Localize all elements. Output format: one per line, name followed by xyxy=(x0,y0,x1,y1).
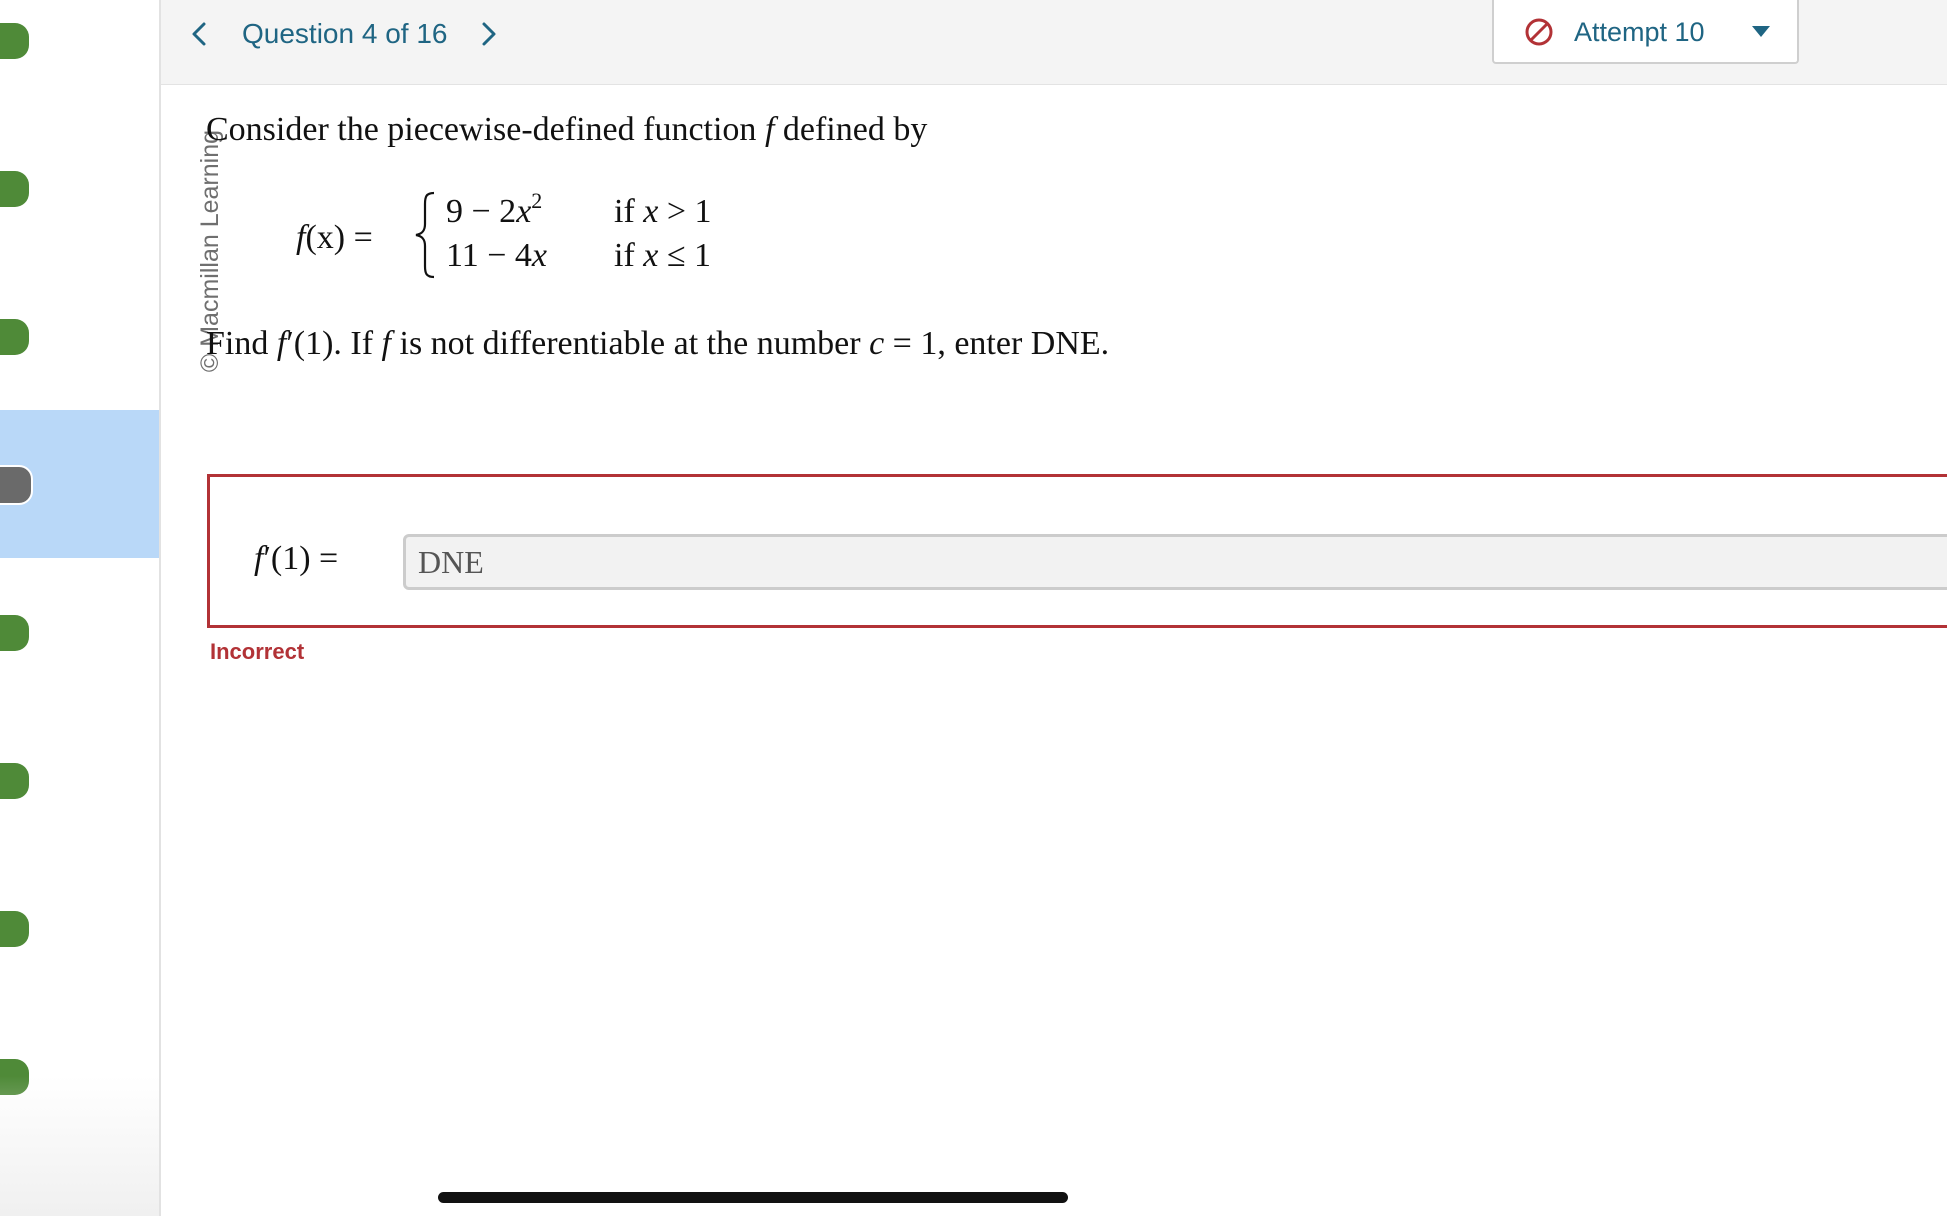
chevron-left-icon xyxy=(192,22,206,46)
rail-item-4-current[interactable] xyxy=(0,410,159,558)
current-status-dot xyxy=(0,465,33,505)
case-1-cond-var: x xyxy=(643,193,659,230)
rail-item-6[interactable] xyxy=(0,706,159,854)
case-2-cond-end: ≤ 1 xyxy=(658,237,712,274)
question-title: Question 4 of 16 xyxy=(242,18,448,49)
attempt-dropdown[interactable]: Attempt 10 xyxy=(1492,0,1799,64)
rail-item-2[interactable] xyxy=(0,114,159,262)
rail-item-7[interactable] xyxy=(0,854,159,1002)
case-1-cond-end: > 1 xyxy=(658,193,712,230)
intro-variable: f xyxy=(764,111,775,148)
lhs-argument: (x) = xyxy=(305,219,373,256)
rail-fade xyxy=(0,1076,159,1216)
case-1-condition: if x > 1 xyxy=(614,190,712,234)
home-indicator[interactable] xyxy=(438,1192,1068,1203)
intro-text-end: defined by xyxy=(774,111,928,148)
case-2-condition: if x ≤ 1 xyxy=(614,234,711,278)
previous-question-button[interactable] xyxy=(181,16,217,52)
instruction-text-4: = 1, enter DNE. xyxy=(884,325,1110,362)
case-2-expr-var: x xyxy=(531,237,548,274)
rail-item-3[interactable] xyxy=(0,262,159,410)
next-question-button[interactable] xyxy=(471,16,507,52)
answer-label: f′(1) = xyxy=(254,537,338,581)
piecewise-function: f(x) = 9 − 2x2 if x > 1 11 − 4x if x ≤ 1 xyxy=(296,190,756,290)
no-entry-icon xyxy=(1525,18,1553,46)
answered-status-dot xyxy=(0,171,29,207)
question-intro: Consider the piecewise-defined function … xyxy=(206,108,927,152)
case-1-cond-text: if xyxy=(614,193,644,230)
answered-status-dot xyxy=(0,23,29,59)
instruction-function-2: f xyxy=(381,325,391,362)
intro-text: Consider the piecewise-defined function xyxy=(206,111,765,148)
case-2-expr-text: 11 − 4 xyxy=(446,237,532,274)
case-1-expression: 9 − 2x2 xyxy=(446,190,542,234)
function-lhs: f(x) = xyxy=(296,216,373,260)
answered-status-dot xyxy=(0,319,29,355)
rail-item-1[interactable] xyxy=(0,0,159,114)
rail-item-5[interactable] xyxy=(0,558,159,706)
case-2-cond-text: if xyxy=(614,237,644,274)
case-2-cond-var: x xyxy=(643,237,659,274)
left-brace-icon xyxy=(415,191,435,279)
question-rail xyxy=(0,0,161,1216)
answer-panel: f′(1) = DNE xyxy=(207,474,1947,628)
attempt-label: Attempt 10 xyxy=(1574,17,1705,47)
answer-status: Incorrect xyxy=(210,639,305,664)
instruction-text-1: Find xyxy=(206,325,277,362)
caret-down-icon xyxy=(1752,26,1770,37)
answered-status-dot xyxy=(0,911,29,947)
case-1-expr-text: 9 − 2 xyxy=(446,193,517,230)
answer-input[interactable]: DNE xyxy=(403,534,1947,590)
question-header: Question 4 of 16 Attempt 10 xyxy=(161,0,1947,85)
case-1-expr-var: x xyxy=(516,193,532,230)
answered-status-dot xyxy=(0,763,29,799)
question-instruction: Find f′(1). If f is not differentiable a… xyxy=(206,322,1109,366)
app-window: Question 4 of 16 Attempt 10 © Macmillan … xyxy=(0,0,1947,1216)
chevron-right-icon xyxy=(482,22,496,46)
answered-status-dot xyxy=(0,615,29,651)
instruction-variable-c: c xyxy=(869,325,885,362)
answer-label-rest: ′(1) = xyxy=(263,540,339,577)
instruction-function-1: f xyxy=(276,325,287,362)
case-2-expression: 11 − 4x xyxy=(446,234,547,278)
case-1-exponent: 2 xyxy=(531,188,543,213)
instruction-text-3: is not differentiable at the number xyxy=(391,325,870,362)
instruction-text-2: ′(1). If xyxy=(286,325,382,362)
